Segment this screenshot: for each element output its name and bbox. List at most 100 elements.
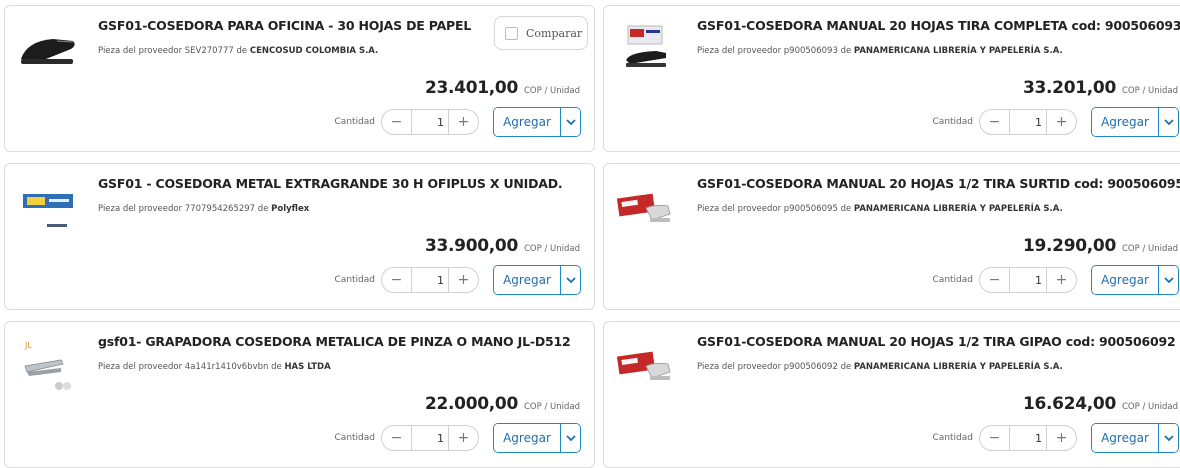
supplier-of: de: [840, 204, 852, 214]
supplier-code: 7707954265297: [184, 204, 256, 214]
increment-button[interactable]: +: [1046, 426, 1076, 450]
supplier-code: p900506092: [783, 362, 838, 372]
add-to-cart-button[interactable]: Agregar: [1092, 266, 1158, 294]
action-row: Cantidad − + Agregar: [335, 107, 581, 137]
add-to-cart-button[interactable]: Agregar: [1092, 108, 1158, 136]
decrement-button[interactable]: −: [980, 110, 1010, 134]
quantity-stepper: − +: [381, 267, 479, 293]
product-title[interactable]: GSF01-COSEDORA MANUAL 20 HOJAS 1/2 TIRA …: [697, 176, 1180, 191]
supplier-name: PANAMERICANA LIBRERÍA Y PAPELERÍA S.A.: [853, 46, 1063, 56]
increment-button[interactable]: +: [448, 268, 478, 292]
product-price: 23.401,00: [424, 78, 518, 98]
add-to-cart-group: Agregar: [1091, 423, 1179, 453]
action-row: Cantidad − + Agregar: [933, 107, 1179, 137]
plier-stapler-image[interactable]: JL: [17, 336, 79, 398]
supplier-of: de: [840, 362, 852, 372]
quantity-input[interactable]: [412, 426, 448, 450]
supplier-of: de: [840, 46, 852, 56]
add-options-dropdown[interactable]: [560, 424, 580, 452]
quantity-stepper: − +: [979, 425, 1077, 451]
product-price: 33.201,00: [1022, 78, 1116, 98]
product-title[interactable]: GSF01 - COSEDORA METAL EXTRAGRANDE 30 H …: [98, 176, 563, 191]
product-title[interactable]: GSF01-COSEDORA MANUAL 20 HOJAS TIRA COMP…: [697, 18, 1180, 33]
decrement-button[interactable]: −: [980, 268, 1010, 292]
decrement-button[interactable]: −: [980, 426, 1010, 450]
black-stapler-image[interactable]: [17, 20, 79, 82]
decrement-button[interactable]: −: [382, 110, 412, 134]
supplier-prefix: Pieza del proveedor: [697, 204, 782, 214]
add-options-dropdown[interactable]: [560, 266, 580, 294]
quantity-stepper: − +: [979, 109, 1077, 135]
quantity-input[interactable]: [412, 110, 448, 134]
chevron-down-icon: [1163, 434, 1174, 441]
price-unit: COP / Unidad: [1122, 402, 1178, 412]
quantity-input[interactable]: [1010, 426, 1046, 450]
supplier-name: PANAMERICANA LIBRERÍA Y PAPELERÍA S.A.: [853, 204, 1063, 214]
increment-button[interactable]: +: [448, 110, 478, 134]
boxed-stapler-image[interactable]: [616, 20, 678, 82]
supplier-info: Pieza del proveedor SEV270777 de CENCOSU…: [98, 46, 378, 56]
decrement-button[interactable]: −: [382, 268, 412, 292]
decrement-button[interactable]: −: [382, 426, 412, 450]
checkbox-box[interactable]: [505, 26, 518, 40]
add-options-dropdown[interactable]: [1158, 108, 1178, 136]
product-title[interactable]: gsf01- GRAPADORA COSEDORA METALICA DE PI…: [98, 334, 571, 349]
product-price: 33.900,00: [424, 236, 518, 256]
price-unit: COP / Unidad: [1122, 244, 1178, 254]
price-row: 33.900,00 COP / Unidad: [425, 236, 580, 256]
product-card: GSF01 - COSEDORA METAL EXTRAGRANDE 30 H …: [4, 163, 595, 310]
supplier-name: Polyflex: [271, 204, 310, 214]
supplier-of: de: [257, 204, 269, 214]
add-to-cart-group: Agregar: [493, 107, 581, 137]
product-title[interactable]: GSF01-COSEDORA PARA OFICINA - 30 HOJAS D…: [98, 18, 471, 33]
supplier-name: PANAMERICANA LIBRERÍA Y PAPELERÍA S.A.: [853, 362, 1063, 372]
price-unit: COP / Unidad: [524, 402, 580, 412]
supplier-prefix: Pieza del proveedor: [98, 204, 183, 214]
product-title[interactable]: GSF01-COSEDORA MANUAL 20 HOJAS 1/2 TIRA …: [697, 334, 1176, 349]
quantity-label: Cantidad: [334, 117, 375, 127]
price-unit: COP / Unidad: [524, 86, 580, 96]
supplier-code: SEV270777: [184, 46, 234, 56]
product-grid: GSF01-COSEDORA PARA OFICINA - 30 HOJAS D…: [0, 0, 1180, 468]
compare-checkbox[interactable]: Comparar: [494, 16, 588, 50]
quantity-label: Cantidad: [932, 117, 973, 127]
compare-label: Comparar: [526, 26, 583, 40]
chevron-down-icon: [565, 434, 576, 441]
increment-button[interactable]: +: [448, 426, 478, 450]
action-row: Cantidad − + Agregar: [335, 423, 581, 453]
red-box-stapler-image[interactable]: [616, 336, 678, 398]
add-options-dropdown[interactable]: [1158, 424, 1178, 452]
product-card: GSF01-COSEDORA MANUAL 20 HOJAS TIRA COMP…: [603, 5, 1180, 152]
add-options-dropdown[interactable]: [560, 108, 580, 136]
add-to-cart-button[interactable]: Agregar: [494, 108, 560, 136]
supplier-info: Pieza del proveedor p900506092 de PANAME…: [697, 362, 1063, 372]
product-card: JL gsf01- GRAPADORA COSEDORA METALICA DE…: [4, 321, 595, 468]
add-to-cart-group: Agregar: [493, 423, 581, 453]
price-row: 22.000,00 COP / Unidad: [425, 394, 580, 414]
supplier-info: Pieza del proveedor p900506095 de PANAME…: [697, 204, 1063, 214]
svg-text:JL: JL: [24, 341, 32, 350]
chevron-down-icon: [565, 276, 576, 283]
product-price: 22.000,00: [424, 394, 518, 414]
increment-button[interactable]: +: [1046, 268, 1076, 292]
quantity-label: Cantidad: [932, 433, 973, 443]
product-card: GSF01-COSEDORA MANUAL 20 HOJAS 1/2 TIRA …: [603, 163, 1180, 310]
supplier-code: p900506093: [783, 46, 838, 56]
product-card: GSF01-COSEDORA PARA OFICINA - 30 HOJAS D…: [4, 5, 595, 152]
action-row: Cantidad − + Agregar: [933, 265, 1179, 295]
supplier-prefix: Pieza del proveedor: [697, 362, 782, 372]
add-to-cart-button[interactable]: Agregar: [494, 266, 560, 294]
add-to-cart-button[interactable]: Agregar: [1092, 424, 1158, 452]
quantity-label: Cantidad: [932, 275, 973, 285]
quantity-input[interactable]: [1010, 110, 1046, 134]
increment-button[interactable]: +: [1046, 110, 1076, 134]
quantity-input[interactable]: [412, 268, 448, 292]
price-row: 19.290,00 COP / Unidad: [1023, 236, 1178, 256]
supplier-of: de: [236, 46, 248, 56]
red-box-stapler-image[interactable]: [616, 178, 678, 240]
price-unit: COP / Unidad: [524, 244, 580, 254]
quantity-input[interactable]: [1010, 268, 1046, 292]
add-options-dropdown[interactable]: [1158, 266, 1178, 294]
blue-box-stapler-image[interactable]: [17, 178, 79, 240]
add-to-cart-button[interactable]: Agregar: [494, 424, 560, 452]
